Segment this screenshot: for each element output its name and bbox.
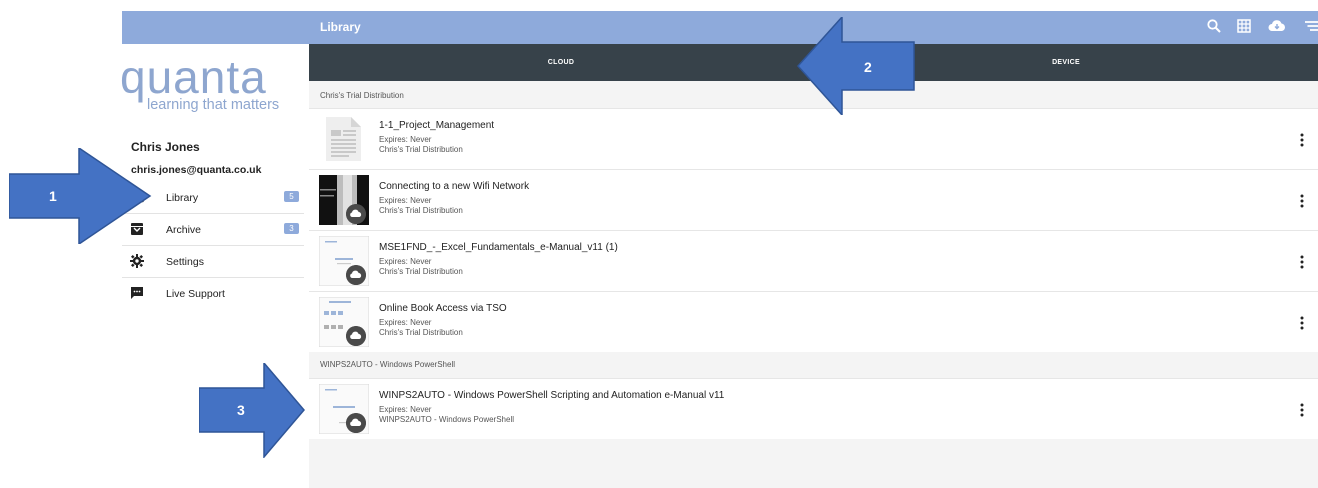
count-badge: 5 bbox=[284, 191, 299, 202]
callout-arrow-2: 2 bbox=[796, 15, 915, 117]
callout-arrow-3: 3 bbox=[198, 360, 305, 460]
item-expiry: Expires: Never bbox=[379, 257, 432, 266]
more-options-icon[interactable] bbox=[1300, 316, 1304, 330]
sidebar-header-bar bbox=[122, 11, 309, 44]
chat-icon bbox=[131, 287, 143, 299]
logo-wordmark: quanta bbox=[120, 51, 267, 103]
cloud-download-icon[interactable] bbox=[346, 265, 366, 285]
list-item[interactable]: MSE1FND_-_Excel_Fundamentals_e-Manual_v1… bbox=[309, 230, 1318, 291]
gear-icon bbox=[130, 254, 144, 268]
page-title: Library bbox=[320, 20, 361, 34]
list-item[interactable]: Connecting to a new Wifi Network Expires… bbox=[309, 169, 1318, 230]
item-expiry: Expires: Never bbox=[379, 318, 432, 327]
list-item[interactable]: 1-1_Project_Management Expires: Never Ch… bbox=[309, 108, 1318, 169]
more-options-icon[interactable] bbox=[1300, 403, 1304, 417]
item-distribution: WINPS2AUTO - Windows PowerShell bbox=[379, 415, 514, 424]
item-distribution: Chris's Trial Distribution bbox=[379, 206, 463, 215]
more-options-icon[interactable] bbox=[1300, 133, 1304, 147]
cloud-download-icon[interactable] bbox=[346, 204, 366, 224]
item-distribution: Chris's Trial Distribution bbox=[379, 145, 463, 154]
list-item[interactable]: Online Book Access via TSO Expires: Neve… bbox=[309, 291, 1318, 352]
item-title: Online Book Access via TSO bbox=[379, 303, 507, 314]
list-item[interactable]: WINPS2AUTO - Windows PowerShell Scriptin… bbox=[309, 378, 1318, 439]
item-title: Connecting to a new Wifi Network bbox=[379, 181, 530, 192]
tab-cloud[interactable]: CLOUD bbox=[309, 44, 813, 81]
logo-tagline: learning that matters bbox=[147, 97, 280, 113]
more-options-icon[interactable] bbox=[1300, 194, 1304, 208]
callout-arrow-1: 1 bbox=[8, 146, 152, 246]
sidebar-item-label: Library bbox=[166, 192, 199, 204]
item-distribution: Chris's Trial Distribution bbox=[379, 328, 463, 337]
sidebar-item-label: Live Support bbox=[166, 288, 225, 300]
document-thumbnail-icon bbox=[326, 117, 361, 161]
item-expiry: Expires: Never bbox=[379, 405, 432, 414]
callout-number: 1 bbox=[49, 188, 57, 204]
cloud-download-icon[interactable] bbox=[346, 326, 366, 346]
cloud-download-icon[interactable] bbox=[346, 413, 366, 433]
item-title: WINPS2AUTO - Windows PowerShell Scriptin… bbox=[379, 390, 725, 401]
grid-view-icon[interactable] bbox=[1236, 18, 1252, 34]
filter-icon[interactable] bbox=[1302, 18, 1318, 34]
callout-number: 2 bbox=[864, 59, 872, 75]
section-heading: Chris's Trial Distribution bbox=[320, 91, 404, 100]
sidebar-item-label: Archive bbox=[166, 224, 202, 236]
section-heading: WINPS2AUTO - Windows PowerShell bbox=[320, 360, 455, 369]
search-icon[interactable] bbox=[1206, 18, 1222, 34]
callout-number: 3 bbox=[237, 402, 245, 418]
item-expiry: Expires: Never bbox=[379, 135, 432, 144]
count-badge: 3 bbox=[284, 223, 299, 234]
item-expiry: Expires: Never bbox=[379, 196, 432, 205]
more-options-icon[interactable] bbox=[1300, 255, 1304, 269]
quanta-logo: quanta learning that matters bbox=[118, 51, 310, 118]
sidebar-item-live-support[interactable]: Live Support bbox=[122, 278, 304, 309]
sidebar-item-label: Settings bbox=[166, 256, 204, 268]
item-distribution: Chris's Trial Distribution bbox=[379, 267, 463, 276]
item-title: 1-1_Project_Management bbox=[379, 120, 495, 131]
cloud-download-icon[interactable] bbox=[1268, 18, 1285, 34]
sidebar-item-settings[interactable]: Settings bbox=[122, 246, 304, 278]
item-title: MSE1FND_-_Excel_Fundamentals_e-Manual_v1… bbox=[379, 242, 618, 253]
